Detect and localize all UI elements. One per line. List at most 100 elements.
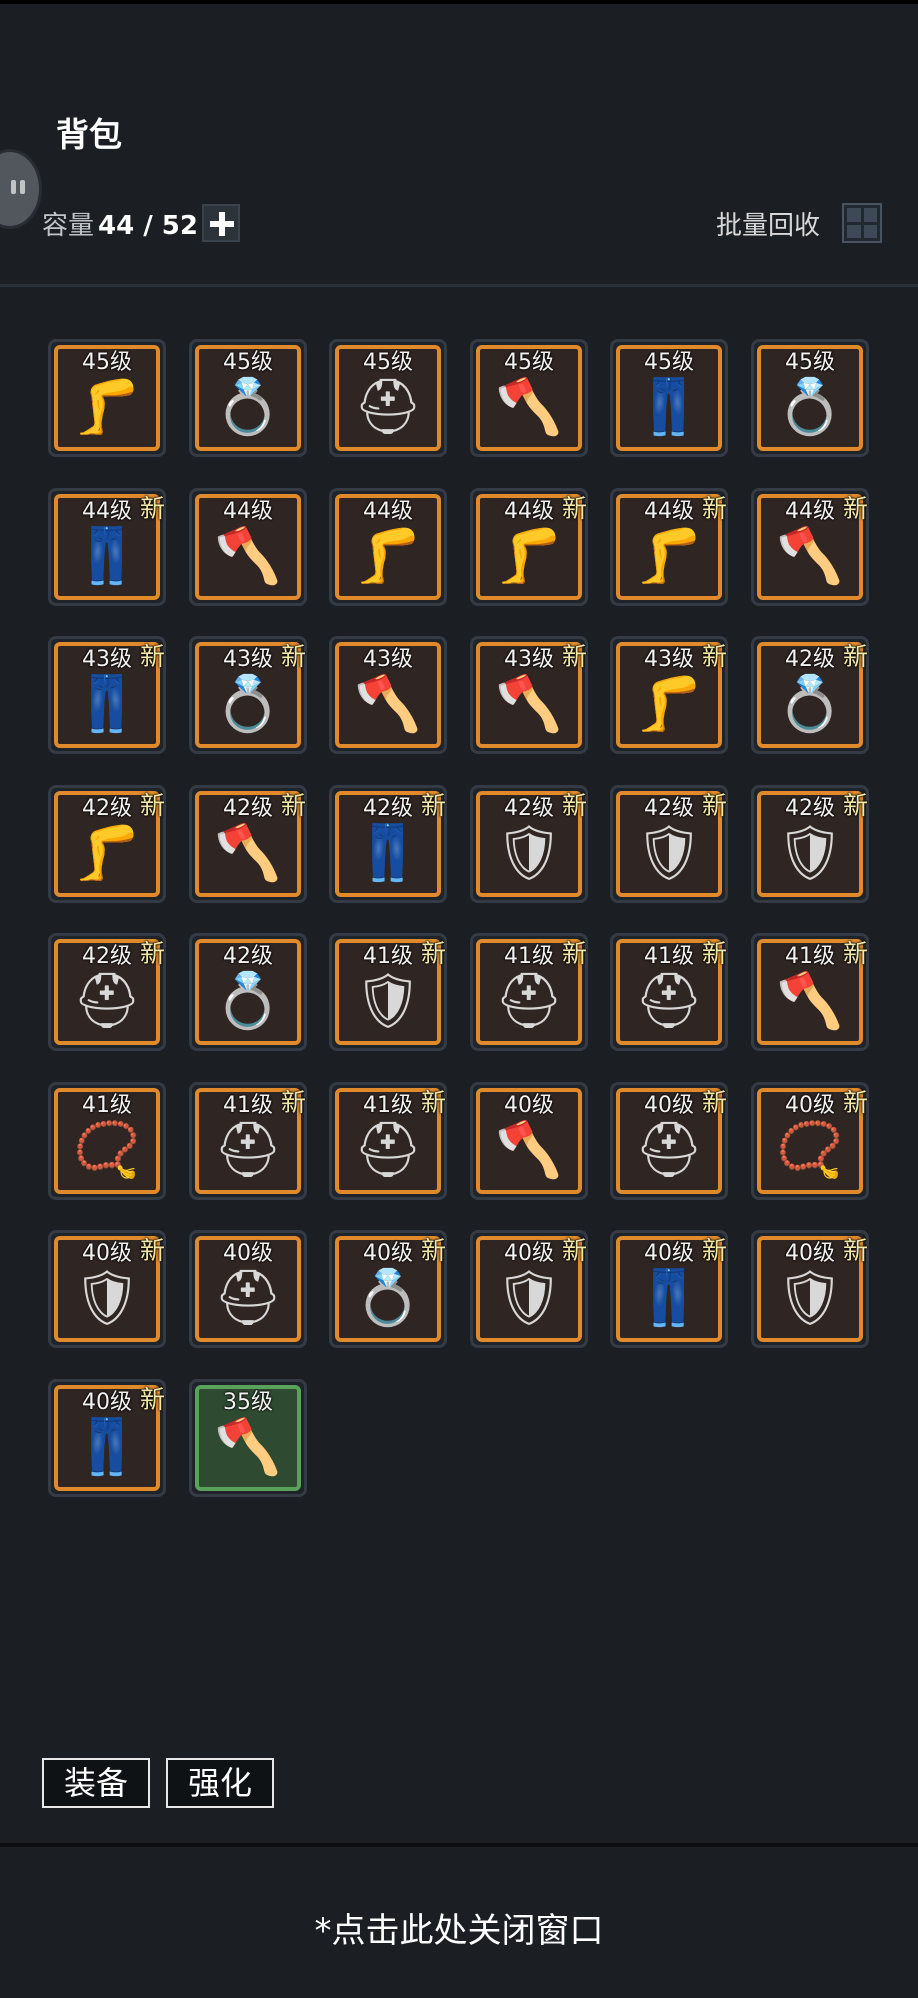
inventory-slot[interactable]: 👖 45级 <box>610 339 728 457</box>
new-badge: 新 <box>701 642 727 671</box>
inventory-slot[interactable]: ⛑ 40级 <box>189 1230 307 1348</box>
armor-icon: 🛡 <box>775 1265 845 1329</box>
inventory-slot[interactable]: ⛑ 41级新 <box>329 1082 447 1200</box>
inventory-slot[interactable]: 💍 43级新 <box>189 636 307 754</box>
boot-icon: 🦵 <box>354 523 422 587</box>
armor-icon: 🛡 <box>72 1265 142 1329</box>
capacity-display: 容量 44 / 52 <box>42 205 198 242</box>
axe-icon: 🪓 <box>776 523 844 587</box>
armor-icon: 🛡 <box>494 1265 564 1329</box>
new-badge: 新 <box>842 1088 868 1117</box>
item-level: 44级 <box>223 499 273 524</box>
new-badge: 新 <box>139 1385 165 1414</box>
new-badge: 新 <box>701 939 727 968</box>
enhance-button[interactable]: 强化 <box>166 1758 274 1808</box>
inventory-slot[interactable]: 👖 43级新 <box>48 636 166 754</box>
axe-icon: 🪓 <box>214 523 282 587</box>
new-badge: 新 <box>842 494 868 523</box>
new-badge: 新 <box>420 939 446 968</box>
axe-icon: 🪓 <box>495 374 563 438</box>
inventory-slot[interactable]: ⛑ 41级新 <box>610 933 728 1051</box>
inventory-slot[interactable]: ⛑ 41级新 <box>189 1082 307 1200</box>
new-badge: 新 <box>701 1088 727 1117</box>
inventory-slot[interactable]: 🪓 44级 <box>189 488 307 606</box>
inventory-slot[interactable]: ⛑ 42级新 <box>48 933 166 1051</box>
new-badge: 新 <box>139 1236 165 1265</box>
item-level: 44级 <box>363 499 413 524</box>
page-title: 背包 <box>56 115 122 154</box>
inventory-slot[interactable]: 📿 41级 <box>48 1082 166 1200</box>
new-badge: 新 <box>561 642 587 671</box>
inventory-slot[interactable]: ⛑ 40级新 <box>610 1082 728 1200</box>
batch-recycle-label[interactable]: 批量回收 <box>716 205 820 242</box>
inventory-slot[interactable]: 🦵 44级新 <box>470 488 588 606</box>
new-badge: 新 <box>561 494 587 523</box>
inventory-slot[interactable]: 🪓 44级新 <box>751 488 869 606</box>
inventory-slot[interactable]: 💍 42级新 <box>751 636 869 754</box>
necklace-icon: 📿 <box>776 1117 844 1181</box>
inventory-slot[interactable]: 💍 45级 <box>189 339 307 457</box>
new-badge: 新 <box>561 1236 587 1265</box>
armor-icon: 🛡 <box>775 820 845 884</box>
inventory-slot[interactable]: 🪓 43级新 <box>470 636 588 754</box>
inventory-slot[interactable]: 👖 40级新 <box>48 1379 166 1497</box>
capacity-value: 44 / 52 <box>98 211 198 241</box>
close-window-text[interactable]: *点击此处关闭窗口 <box>0 1903 918 1952</box>
item-level: 45级 <box>785 350 835 375</box>
capacity-label: 容量 <box>42 211 95 241</box>
inventory-slot[interactable]: 💍 45级 <box>751 339 869 457</box>
inventory-slot[interactable]: 🦵 42级新 <box>48 785 166 903</box>
inventory-slot[interactable]: ⛑ 41级新 <box>470 933 588 1051</box>
item-level: 45级 <box>504 350 554 375</box>
item-level: 35级 <box>223 1390 273 1415</box>
grid-icon[interactable] <box>842 203 882 243</box>
item-level: 45级 <box>82 350 132 375</box>
axe-icon: 🪓 <box>495 671 563 735</box>
inventory-slot[interactable]: 🛡 42级新 <box>470 785 588 903</box>
expand-capacity-button[interactable] <box>202 204 240 242</box>
helmet-icon: ⛑ <box>634 968 704 1032</box>
footer-divider <box>0 1843 918 1847</box>
pants-icon: 👖 <box>635 1265 703 1329</box>
new-badge: 新 <box>139 939 165 968</box>
new-badge: 新 <box>842 939 868 968</box>
pants-icon: 👖 <box>635 374 703 438</box>
helmet-icon: ⛑ <box>213 1265 283 1329</box>
boot-icon: 🦵 <box>73 820 141 884</box>
new-badge: 新 <box>280 1088 306 1117</box>
inventory-slot[interactable]: 🦵 43级新 <box>610 636 728 754</box>
new-badge: 新 <box>842 1236 868 1265</box>
inventory-slot[interactable]: 👖 44级新 <box>48 488 166 606</box>
inventory-slot[interactable]: 🛡 40级新 <box>751 1230 869 1348</box>
inventory-slot[interactable]: 🛡 40级新 <box>48 1230 166 1348</box>
inventory-slot[interactable]: 🛡 40级新 <box>470 1230 588 1348</box>
inventory-slot[interactable]: 👖 42级新 <box>329 785 447 903</box>
floating-assistant-icon[interactable] <box>0 149 42 229</box>
inventory-slot[interactable]: ⛑ 45级 <box>329 339 447 457</box>
armor-icon: 🛡 <box>634 820 704 884</box>
inventory-slot[interactable]: 🛡 42级新 <box>751 785 869 903</box>
new-badge: 新 <box>139 642 165 671</box>
inventory-slot[interactable]: 🛡 41级新 <box>329 933 447 1051</box>
inventory-slot[interactable]: 🦵 45级 <box>48 339 166 457</box>
header-divider <box>0 284 918 287</box>
inventory-slot[interactable]: 👖 40级新 <box>610 1230 728 1348</box>
inventory-slot[interactable]: 🪓 43级 <box>329 636 447 754</box>
inventory-slot[interactable]: 🦵 44级 <box>329 488 447 606</box>
inventory-slot[interactable]: 💍 40级新 <box>329 1230 447 1348</box>
inventory-slot[interactable]: 🛡 42级新 <box>610 785 728 903</box>
new-badge: 新 <box>280 642 306 671</box>
item-level: 41级 <box>82 1093 132 1118</box>
inventory-slot[interactable]: 🪓 45级 <box>470 339 588 457</box>
inventory-slot[interactable]: 🪓 42级新 <box>189 785 307 903</box>
inventory-slot[interactable]: 🪓 35级 <box>189 1379 307 1497</box>
new-badge: 新 <box>842 791 868 820</box>
inventory-slot[interactable]: 💍 42级 <box>189 933 307 1051</box>
inventory-slot[interactable]: 📿 40级新 <box>751 1082 869 1200</box>
armor-icon: 🛡 <box>353 968 423 1032</box>
equip-button[interactable]: 装备 <box>42 1758 150 1808</box>
inventory-slot[interactable]: 🪓 41级新 <box>751 933 869 1051</box>
inventory-slot[interactable]: 🦵 44级新 <box>610 488 728 606</box>
inventory-slot[interactable]: 🪓 40级 <box>470 1082 588 1200</box>
item-level: 40级 <box>223 1241 273 1266</box>
